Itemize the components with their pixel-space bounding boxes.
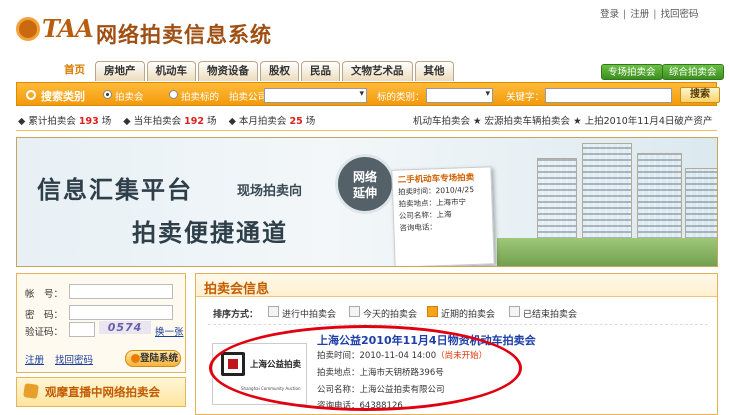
auction-panel: 拍卖会信息 排序方式： 进行中拍卖会 今天的拍卖会 近期的拍卖会 已结束拍卖会 …: [195, 273, 718, 415]
sort-ended[interactable]: 已结束拍卖会: [523, 307, 577, 320]
stat-total: ◆ 累计拍卖会 193 场: [18, 116, 112, 127]
company-logo-icon: [221, 352, 245, 376]
logo-text: TAA: [42, 14, 94, 43]
radio-auction-label: 拍卖会: [115, 92, 144, 103]
news-ticker[interactable]: 机动车拍卖会 ★ 宏源拍卖车辆拍卖会 ★ 上拍2010年11月4日破产资产专: [413, 113, 713, 127]
stat-icon: ◆: [123, 116, 131, 127]
recover-password-top-link[interactable]: 找回密码: [660, 9, 698, 20]
trees-illustration: [497, 238, 717, 266]
stats-row: ◆ 累计拍卖会 193 场 ◆ 当年拍卖会 192 场 ◆ 本月拍卖会 25 场: [18, 113, 327, 127]
keyword-input[interactable]: [545, 88, 672, 103]
radio-auction-item-label: 拍卖标的: [181, 92, 220, 103]
live-auction-banner[interactable]: 观摩直播中网络拍卖会: [16, 377, 186, 407]
stat-month: ◆ 本月拍卖会 25 场: [228, 116, 316, 127]
radio-auction[interactable]: [103, 90, 112, 99]
auction-item-title[interactable]: 上海公益2010年11月4日物资机动车拍卖会: [317, 332, 536, 348]
stat-icon: ◆: [228, 116, 236, 127]
site-title: 网络拍卖信息系统: [96, 23, 272, 47]
register-link[interactable]: 注册: [25, 352, 44, 366]
sort-today[interactable]: 今天的拍卖会: [363, 307, 417, 320]
stat-year: ◆ 当年拍卖会 192 场: [123, 116, 217, 127]
top-links: 登录 | 注册 | 找回密码: [600, 9, 699, 20]
tab-other[interactable]: 其他: [414, 61, 454, 81]
password-label: 密 码：: [25, 310, 64, 321]
sort-ongoing[interactable]: 进行中拍卖会: [282, 307, 336, 320]
search-icon: [26, 90, 36, 100]
login-button[interactable]: 登陆系统: [125, 350, 181, 367]
register-top-link[interactable]: 注册: [630, 9, 649, 20]
sort-label: 排序方式：: [213, 310, 259, 320]
captcha-image: 0574: [99, 321, 151, 334]
search-button[interactable]: 搜索: [680, 87, 720, 103]
auction-place: 拍卖地点：上海市天钥桥路396号: [317, 368, 444, 378]
captcha-input[interactable]: [69, 322, 95, 337]
auction-time: 拍卖时间：2010-11-04 14:00（尚未开始）: [317, 351, 488, 361]
account-input[interactable]: [69, 284, 173, 299]
promo-banner[interactable]: 信息汇集平台 现场拍卖向 拍卖便捷通道 网络 延伸 二手机动车专场拍卖 拍卖时间…: [16, 137, 718, 267]
sort-ongoing-icon: [268, 306, 279, 317]
refresh-captcha-link[interactable]: 换一张: [155, 324, 184, 338]
network-bubble: 网络 延伸: [335, 154, 395, 214]
login-box: 帐 号： 密 码： 验证码： 0574 换一张 注册 找回密码 登陆系统: [16, 273, 186, 373]
sort-today-icon: [349, 306, 360, 317]
sort-recent-icon: [427, 306, 438, 317]
tab-equipment[interactable]: 物资设备: [198, 61, 258, 81]
divider: [208, 324, 708, 325]
company-select[interactable]: [264, 88, 367, 103]
sort-recent[interactable]: 近期的拍卖会: [441, 307, 495, 320]
password-input[interactable]: [69, 305, 173, 320]
login-link[interactable]: 登录: [600, 9, 619, 20]
banner-tagline: 现场拍卖向: [237, 184, 303, 199]
tab-equity[interactable]: 股权: [260, 61, 299, 81]
tab-vehicles[interactable]: 机动车: [146, 61, 196, 81]
auction-company-logo[interactable]: 上海公益拍卖 Shanghai Community Auction: [212, 343, 307, 405]
general-auction-button[interactable]: 综合拍卖会: [662, 64, 724, 80]
special-auction-button[interactable]: 专场拍卖会: [601, 64, 663, 80]
tab-real-estate[interactable]: 房地产: [95, 61, 145, 81]
divider: [16, 130, 717, 131]
radio-auction-item[interactable]: [169, 90, 178, 99]
panel-header: 拍卖会信息: [196, 274, 717, 297]
search-bar: 搜索类别 拍卖会 拍卖标的 拍卖公司： 标的类别： 关键字： 搜索: [16, 82, 720, 106]
auction-phone: 咨询电话：64388126: [317, 401, 403, 411]
captcha-label: 验证码：: [25, 327, 64, 338]
banner-paper-card: 二手机动车专场拍卖 拍卖时间：2010/4/25 拍卖地点：上海市宁 公司名称：…: [391, 166, 495, 266]
logo-mark-icon: [16, 17, 40, 41]
category-label: 标的类别：: [377, 92, 425, 103]
tab-consumer-goods[interactable]: 民品: [301, 61, 340, 81]
tab-art[interactable]: 文物艺术品: [342, 61, 413, 81]
main-nav: 首页 房地产 机动车 物资设备 股权 民品 文物艺术品 其他: [56, 61, 454, 81]
category-select[interactable]: [426, 88, 493, 103]
recover-password-link[interactable]: 找回密码: [55, 352, 93, 366]
keyword-label: 关键字：: [506, 92, 545, 103]
search-title: 搜索类别: [41, 90, 85, 103]
banner-headline-2: 拍卖便捷通道: [132, 219, 288, 247]
panel-title: 拍卖会信息: [204, 282, 270, 297]
tab-home[interactable]: 首页: [56, 61, 93, 81]
banner-headline-1: 信息汇集平台: [37, 176, 193, 204]
sort-row: 排序方式： 进行中拍卖会 今天的拍卖会 近期的拍卖会 已结束拍卖会: [196, 304, 717, 321]
sort-ended-icon: [509, 306, 520, 317]
account-label: 帐 号：: [25, 289, 64, 300]
status-badge: （尚未开始）: [436, 351, 488, 361]
auction-company: 公司名称：上海公益拍卖有限公司: [317, 385, 445, 395]
stat-icon: ◆: [18, 116, 26, 127]
